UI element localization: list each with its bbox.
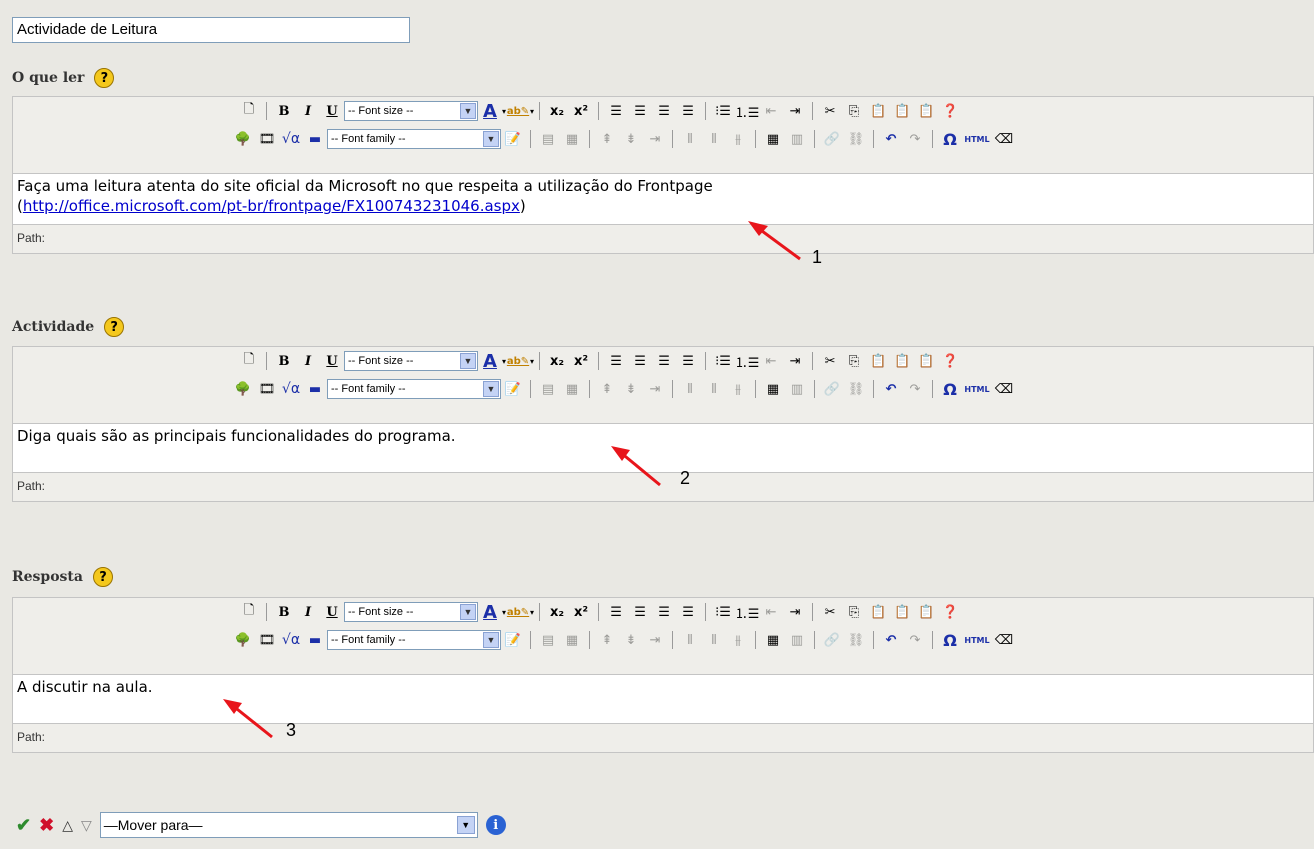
info-icon[interactable]: i xyxy=(485,815,506,835)
annotation-arrow-2 xyxy=(611,446,661,487)
annotation-label-1: 1 xyxy=(812,247,823,267)
annotation-arrow-1 xyxy=(748,221,801,261)
move-up-icon[interactable]: △ xyxy=(62,817,73,834)
checkmark-icon[interactable]: ✔ xyxy=(16,815,31,836)
annotation-overlay xyxy=(223,221,801,739)
annotation-arrow-3 xyxy=(223,699,273,739)
bottom-controls: ✔ ✖ △ ▽ —Mover para— ▼ i xyxy=(16,812,506,838)
move-to-select[interactable]: —Mover para— ▼ xyxy=(99,812,478,838)
annotation-label-3: 3 xyxy=(286,720,297,740)
delete-x-icon[interactable]: ✖ xyxy=(39,815,54,836)
annotation-label-2: 2 xyxy=(680,468,691,488)
move-down-icon[interactable]: ▽ xyxy=(81,817,92,834)
